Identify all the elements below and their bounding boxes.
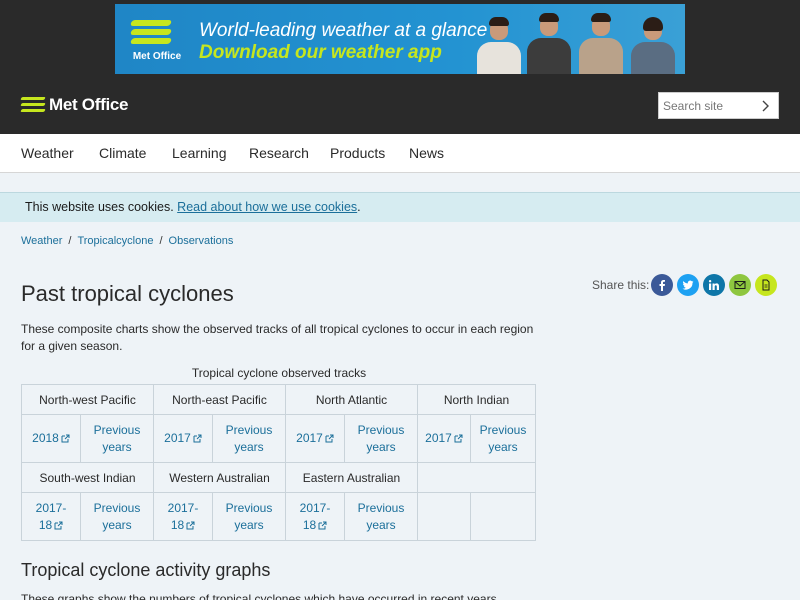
breadcrumb-separator: / xyxy=(159,235,163,247)
share-print-button[interactable] xyxy=(755,274,777,296)
empty-cell xyxy=(470,492,536,541)
previous-years-link[interactable]: Previous years xyxy=(94,501,141,532)
table-row: 2018 Previous years 2017 Previous years … xyxy=(21,414,536,463)
previous-years-link[interactable]: Previous years xyxy=(480,423,527,454)
chevron-right-icon xyxy=(762,100,769,112)
cookie-period: . xyxy=(357,200,361,214)
nav-item-research[interactable]: Research xyxy=(249,145,309,161)
current-season-link[interactable]: 2017- 18 xyxy=(168,501,199,532)
table-header-row: North-west Pacific North-east Pacific No… xyxy=(21,384,536,415)
banner-logo: Met Office xyxy=(127,16,183,64)
logo-text: Met Office xyxy=(49,95,129,114)
current-season-label: 2017 xyxy=(296,431,323,445)
current-season-year-end: 18 xyxy=(38,517,53,532)
current-season-label: 2018 xyxy=(32,431,59,445)
twitter-icon xyxy=(682,280,694,290)
search-box xyxy=(658,92,779,119)
region-header: North Indian xyxy=(417,384,536,415)
email-icon xyxy=(734,281,746,289)
table-header-row: South-west Indian Western Australian Eas… xyxy=(21,462,536,493)
share-facebook-button[interactable] xyxy=(651,274,673,296)
breadcrumb-tropicalcyclone[interactable]: Tropicalcyclone xyxy=(77,235,153,247)
region-header: North-east Pacific xyxy=(153,384,286,415)
previous-years-link[interactable]: Previous years xyxy=(226,423,273,454)
table-caption: Tropical cyclone observed tracks xyxy=(191,366,367,380)
previous-years-link[interactable]: Previous years xyxy=(226,501,273,532)
met-office-logo[interactable]: Met Office xyxy=(20,95,161,115)
activity-intro: These graphs show the numbers of tropica… xyxy=(21,592,497,600)
previous-years-link[interactable]: Previous years xyxy=(358,501,405,532)
external-link-icon xyxy=(454,434,463,443)
current-season-year: 2017- xyxy=(35,500,67,515)
print-icon xyxy=(762,279,770,291)
app-download-banner[interactable]: Met Office World-leading weather at a gl… xyxy=(115,4,685,74)
share-twitter-button[interactable] xyxy=(677,274,699,296)
region-header: North Atlantic xyxy=(285,384,418,415)
nav-item-products[interactable]: Products xyxy=(330,145,385,161)
external-link-icon xyxy=(61,434,70,443)
breadcrumb-weather[interactable]: Weather xyxy=(21,235,62,247)
region-header: Western Australian xyxy=(153,462,286,493)
region-header: Eastern Australian xyxy=(285,462,418,493)
breadcrumb: Weather / Tropicalcyclone / Observations xyxy=(21,235,233,247)
banner-headline: World-leading weather at a glance xyxy=(199,20,488,41)
current-season-year-end: 18 xyxy=(170,517,185,532)
logo-waves-icon xyxy=(20,97,47,113)
external-link-icon xyxy=(186,521,195,529)
cookie-text: This website uses cookies. xyxy=(25,200,174,214)
share-linkedin-button[interactable] xyxy=(703,274,725,296)
current-season-link[interactable]: 2017 xyxy=(425,431,463,445)
share-email-button[interactable] xyxy=(729,274,751,296)
nav-item-weather[interactable]: Weather xyxy=(21,145,74,161)
breadcrumb-separator: / xyxy=(68,235,72,247)
current-season-year: 2017- xyxy=(167,500,199,515)
banner-people-image xyxy=(475,4,685,74)
main-nav: Weather Climate Learning Research Produc… xyxy=(0,134,800,173)
linkedin-icon xyxy=(708,280,719,290)
external-link-icon xyxy=(54,521,63,529)
region-header: North-west Pacific xyxy=(21,384,154,415)
current-season-link[interactable]: 2017 xyxy=(164,431,202,445)
current-season-link[interactable]: 2017- 18 xyxy=(300,501,331,532)
search-submit-button[interactable] xyxy=(756,96,774,116)
page-intro: These composite charts show the observed… xyxy=(21,322,534,353)
previous-years-link[interactable]: Previous years xyxy=(94,423,141,454)
current-season-link[interactable]: 2017 xyxy=(296,431,334,445)
previous-years-link[interactable]: Previous years xyxy=(358,423,405,454)
cookie-banner: This website uses cookies. Read about ho… xyxy=(0,192,800,222)
region-header: South-west Indian xyxy=(21,462,154,493)
facebook-icon xyxy=(659,280,665,291)
nav-item-learning[interactable]: Learning xyxy=(172,145,227,161)
banner-cta: Download our weather app xyxy=(199,42,442,63)
current-season-label: 2017 xyxy=(164,431,191,445)
external-link-icon xyxy=(318,521,327,529)
empty-cell xyxy=(417,462,536,493)
external-link-icon xyxy=(193,434,202,443)
current-season-year: 2017- xyxy=(299,500,331,515)
nav-item-news[interactable]: News xyxy=(409,145,444,161)
share-label: Share this: xyxy=(592,278,650,292)
activity-heading: Tropical cyclone activity graphs xyxy=(21,560,271,580)
nav-item-climate[interactable]: Climate xyxy=(99,145,146,161)
table-row: 2017- 18 Previous years 2017- 18 Previous … xyxy=(21,492,536,541)
current-season-year-end: 18 xyxy=(302,517,317,532)
current-season-link[interactable]: 2017- 18 xyxy=(36,501,67,532)
empty-cell xyxy=(417,492,471,541)
breadcrumb-observations[interactable]: Observations xyxy=(169,235,234,247)
current-season-label: 2017 xyxy=(425,431,452,445)
page-title: Past tropical cyclones xyxy=(21,281,234,306)
external-link-icon xyxy=(325,434,334,443)
tracks-table: North-west Pacific North-east Pacific No… xyxy=(21,384,536,541)
cookie-policy-link[interactable]: Read about how we use cookies xyxy=(177,200,357,214)
search-input[interactable] xyxy=(663,96,755,116)
banner-brand: Met Office xyxy=(132,51,182,62)
current-season-link[interactable]: 2018 xyxy=(32,431,70,445)
